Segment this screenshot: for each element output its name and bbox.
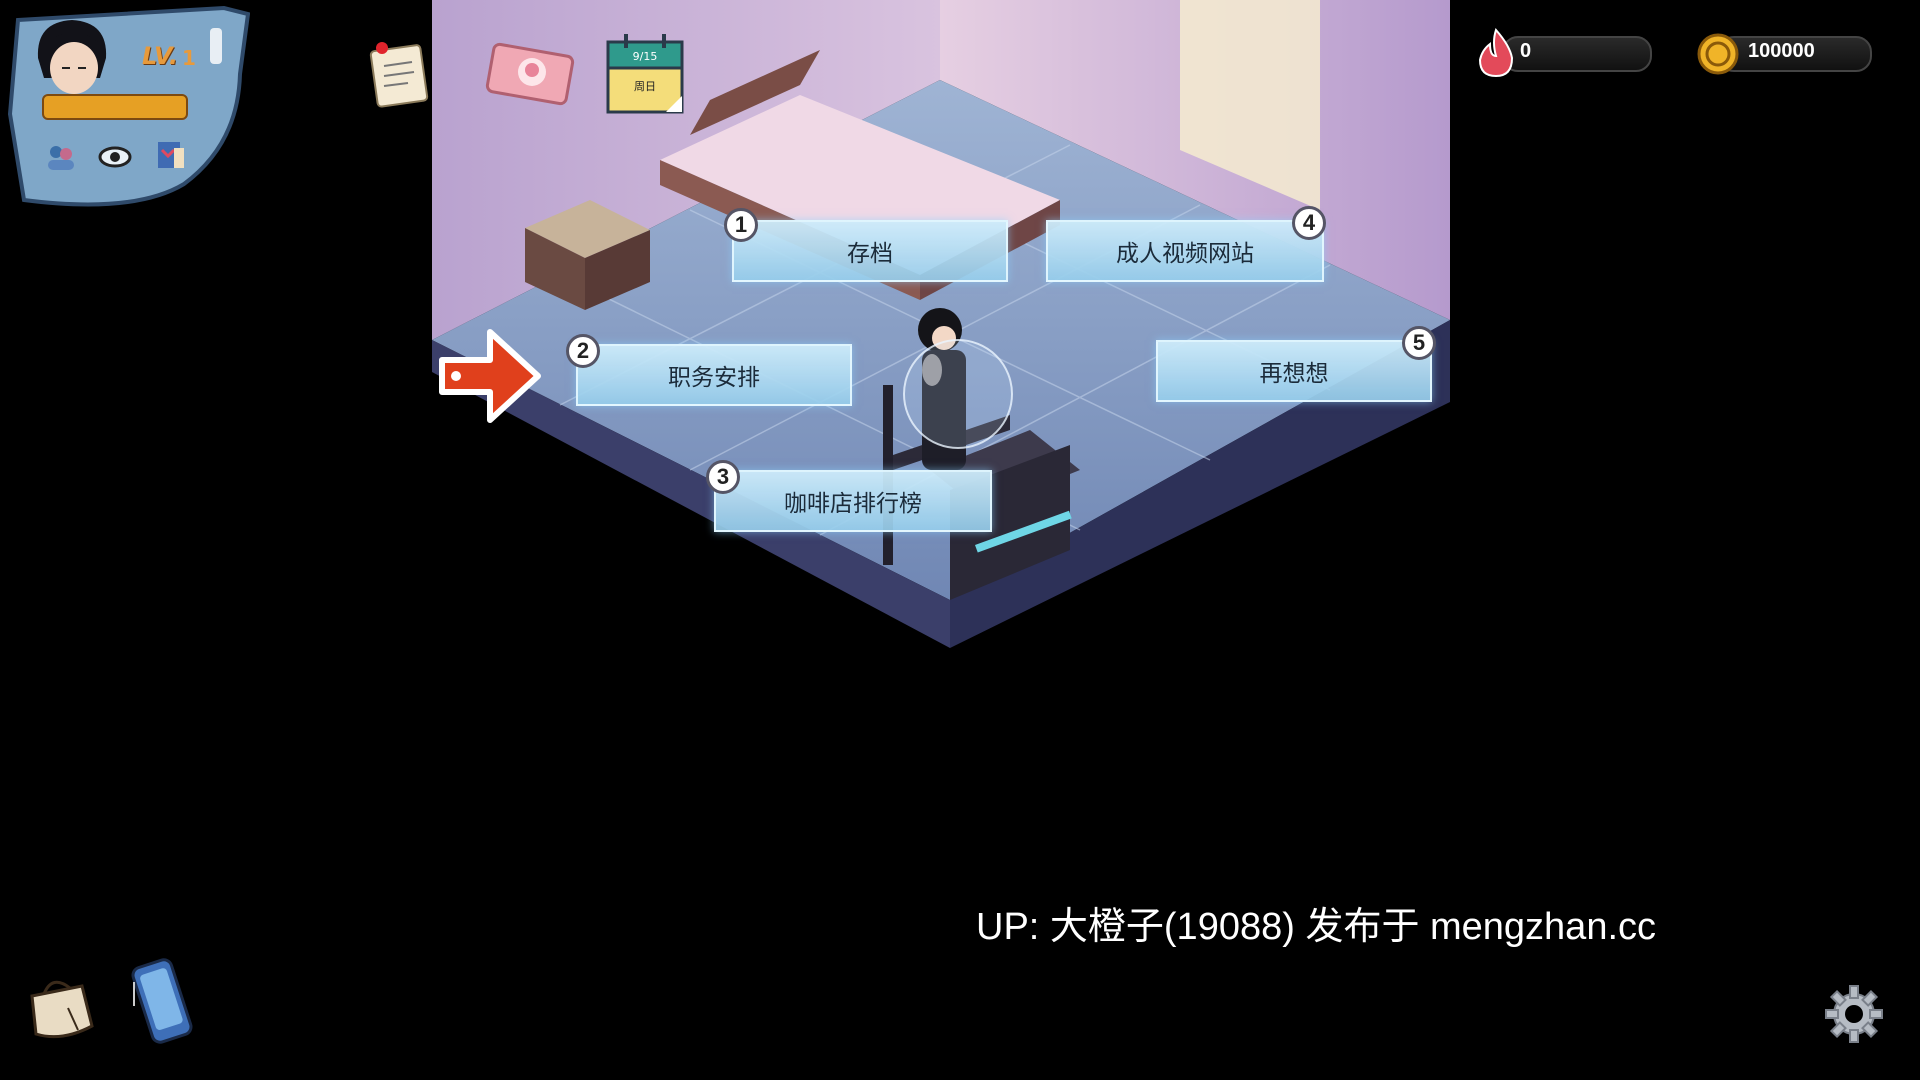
watermark-text: UP: 大橙子(19088) 发布于 mengzhan.cc (976, 906, 1657, 948)
bag-icon[interactable] (22, 968, 98, 1044)
menu-number-1: 1 (724, 208, 758, 242)
menu-label-video-site: 成人视频网站 (1116, 241, 1254, 267)
player-card[interactable]: LV. 1 (4, 4, 250, 208)
coin-value: 100000 (1748, 40, 1815, 62)
menu-button-think-again[interactable]: 再想想 (1156, 340, 1432, 402)
friends-icon[interactable] (44, 140, 78, 174)
photo-card-icon[interactable] (482, 42, 578, 106)
menu-label-job-assignment: 职务安排 (668, 365, 760, 391)
menu-toggle-handle[interactable] (210, 28, 222, 64)
menu-button-cafe-ranking[interactable]: 咖啡店排行榜 (714, 470, 992, 532)
menu-number-2: 2 (566, 334, 600, 368)
menu-label-think-again: 再想想 (1259, 361, 1329, 387)
gear-icon[interactable] (1824, 984, 1884, 1044)
menu-label-cafe-ranking: 咖啡店排行榜 (784, 491, 922, 517)
level-value: 1 (182, 46, 196, 70)
heat-value: 0 (1520, 40, 1532, 62)
menu-button-save[interactable]: 存档 (732, 220, 1008, 282)
menu-button-job-assignment[interactable]: 职务安排 (576, 344, 852, 406)
coin-icon (1696, 32, 1740, 76)
menu-label-save: 存档 (847, 241, 893, 267)
avatar[interactable] (30, 18, 114, 98)
calendar-weekday: 周日 (634, 80, 656, 93)
menu-number-5: 5 (1402, 326, 1436, 360)
xp-bar (42, 94, 188, 120)
game-scene: LV. 1 9/15 周日 0 100000 存档 1 职务安排 2 咖啡店排行… (0, 0, 1920, 1080)
menu-button-video-site[interactable]: 成人视频网站 (1046, 220, 1324, 282)
phone-icon[interactable] (126, 956, 206, 1048)
menu-number-3: 3 (706, 460, 740, 494)
book-icon[interactable] (154, 138, 188, 172)
menu-number-4: 4 (1292, 206, 1326, 240)
eye-icon[interactable] (98, 140, 132, 174)
calendar-date: 9/15 (632, 50, 658, 63)
level-label: LV. (142, 42, 178, 70)
calendar-icon[interactable]: 9/15 周日 (606, 32, 684, 114)
flame-icon (1474, 28, 1518, 78)
pointer-arrow-icon (436, 326, 542, 424)
note-scroll-icon[interactable] (368, 40, 434, 108)
